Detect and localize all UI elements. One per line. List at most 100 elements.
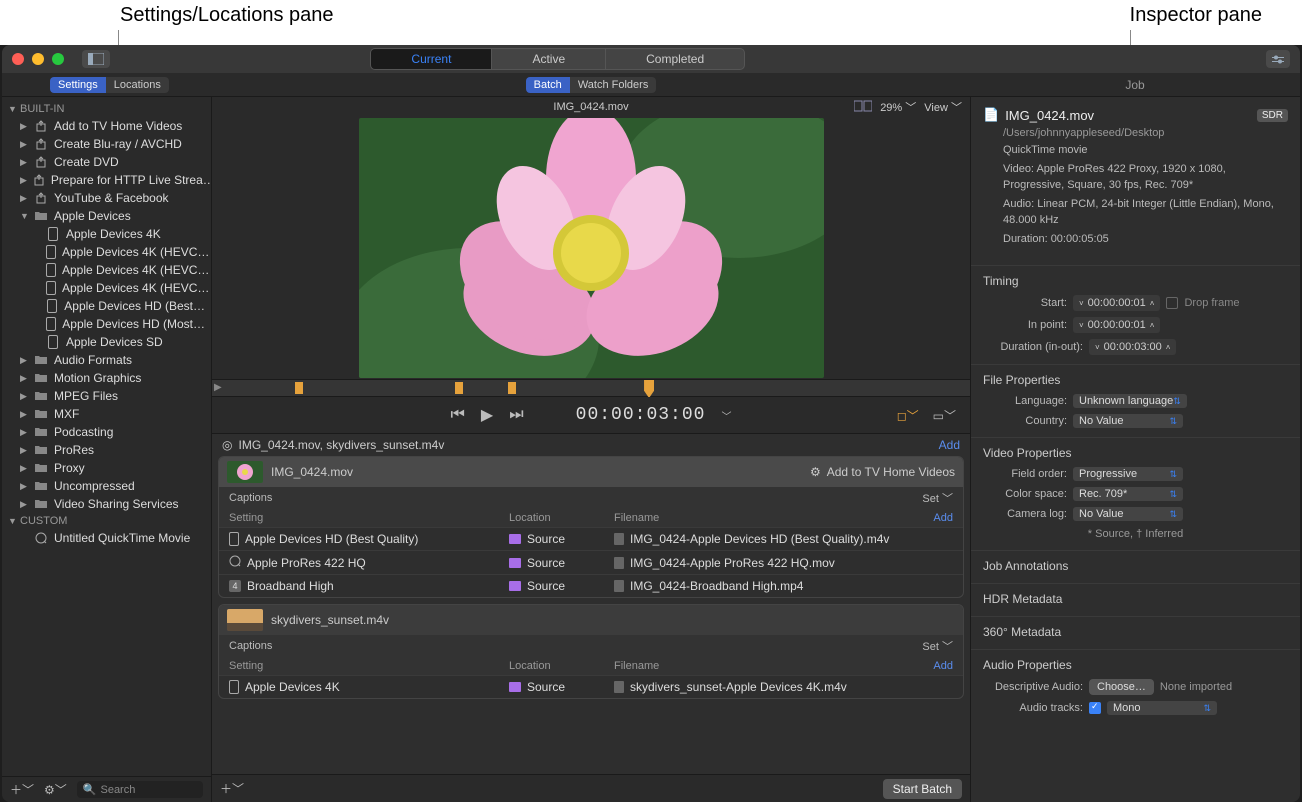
add-output-button[interactable]: Add: [933, 660, 953, 672]
colorspace-select[interactable]: Rec. 709*⇅: [1073, 487, 1183, 501]
captions-set-menu[interactable]: Set ﹀: [922, 490, 953, 506]
audiotrack-checkbox[interactable]: [1089, 702, 1101, 714]
add-button[interactable]: ＋﹀: [10, 781, 34, 798]
sidebar-item[interactable]: Apple Devices 4K (HEVC…: [2, 261, 211, 279]
output-row[interactable]: 4Broadband High Source IMG_0424-Broadban…: [219, 574, 963, 597]
share-icon: [34, 138, 48, 150]
minimize-window-button[interactable]: [32, 53, 44, 65]
sidebar-item[interactable]: Apple Devices SD: [2, 333, 211, 351]
sidebar-item[interactable]: Apple Devices 4K (HEVC…: [2, 243, 211, 261]
start-field[interactable]: ˅00:00:00:01˄: [1073, 295, 1160, 311]
sidebar-toggle-button[interactable]: [82, 50, 110, 68]
jobann-section[interactable]: Job Annotations: [971, 550, 1300, 577]
audio-info: Audio: Linear PCM, 24-bit Integer (Littl…: [1003, 197, 1288, 228]
settings-tree[interactable]: ▼BUILT-IN ▶Add to TV Home Videos▶Create …: [2, 97, 211, 776]
output-row[interactable]: Apple Devices HD (Best Quality) Source I…: [219, 527, 963, 550]
cameralog-select[interactable]: No Value⇅: [1073, 507, 1183, 521]
preview-viewport[interactable]: [212, 117, 970, 379]
timecode-display[interactable]: 00:00:03:00: [576, 405, 706, 425]
job-block: IMG_0424.mov⚙Add to TV Home Videos Capti…: [218, 456, 964, 598]
compare-icon[interactable]: [854, 100, 872, 115]
add-output-button[interactable]: Add: [933, 512, 953, 524]
play-button[interactable]: ▶: [481, 405, 493, 425]
language-select[interactable]: Unknown language⇅: [1073, 394, 1187, 408]
meta360-section[interactable]: 360° Metadata: [971, 616, 1300, 643]
tab-batch[interactable]: Batch: [526, 77, 570, 93]
search-input[interactable]: 🔍 Search: [77, 781, 203, 798]
country-select[interactable]: No Value⇅: [1073, 414, 1183, 428]
sidebar-item[interactable]: ▶Create DVD: [2, 153, 211, 171]
timeline-marker[interactable]: [295, 382, 303, 394]
timecode-menu[interactable]: ﹀: [721, 408, 731, 423]
tab-locations[interactable]: Locations: [106, 77, 169, 93]
sidebar-tabs: Settings Locations: [50, 77, 169, 93]
tab-active[interactable]: Active: [492, 49, 606, 69]
playhead[interactable]: [644, 380, 654, 398]
next-frame-button[interactable]: ⏭: [509, 406, 523, 424]
tab-watch-folders[interactable]: Watch Folders: [570, 77, 657, 93]
sidebar-item[interactable]: ▶Uncompressed: [2, 477, 211, 495]
queue-tabs: Current Active Completed: [370, 48, 745, 70]
sidebar-item[interactable]: Apple Devices 4K: [2, 225, 211, 243]
file-icon: [614, 533, 624, 545]
job-header[interactable]: skydivers_sunset.m4v: [219, 605, 963, 635]
sidebar-item[interactable]: ▶Video Sharing Services: [2, 495, 211, 513]
fieldorder-select[interactable]: Progressive⇅: [1073, 467, 1183, 481]
sidebar-item-label: Apple Devices 4K (HEVC…: [62, 263, 209, 277]
captions-set-menu[interactable]: Set ﹀: [922, 638, 953, 654]
batch-add-button[interactable]: Add: [939, 438, 960, 452]
custom-header[interactable]: ▼CUSTOM: [2, 513, 211, 529]
audiotracks-label: Audio tracks:: [983, 702, 1083, 714]
sidebar-item[interactable]: ▶Prepare for HTTP Live Strea…: [2, 171, 211, 189]
view-menu[interactable]: View ﹀: [924, 99, 962, 115]
sidebar-item-label: Apple Devices HD (Best…: [64, 299, 205, 313]
sidebar-item[interactable]: ▶MPEG Files: [2, 387, 211, 405]
tab-current[interactable]: Current: [371, 49, 492, 69]
choose-button[interactable]: Choose…: [1089, 679, 1154, 695]
sidebar-item[interactable]: Apple Devices HD (Best…: [2, 297, 211, 315]
sidebar-item[interactable]: ▶Motion Graphics: [2, 369, 211, 387]
sidebar-item[interactable]: ▶YouTube & Facebook: [2, 189, 211, 207]
job-thumbnail: [227, 609, 263, 631]
inpoint-field[interactable]: ˅00:00:00:01˄: [1073, 317, 1160, 333]
timeline[interactable]: ▶: [212, 379, 970, 397]
start-batch-button[interactable]: Start Batch: [883, 779, 962, 799]
tab-completed[interactable]: Completed: [606, 49, 744, 69]
display-menu-button[interactable]: ▭﹀: [933, 407, 956, 424]
close-window-button[interactable]: [12, 53, 24, 65]
country-label: Country:: [983, 415, 1067, 427]
prev-frame-button[interactable]: ⏮: [451, 406, 465, 424]
output-row[interactable]: Apple ProRes 422 HQ Source IMG_0424-Appl…: [219, 550, 963, 574]
zoom-level[interactable]: 29% ﹀: [880, 99, 916, 115]
timeline-marker[interactable]: [508, 382, 516, 394]
hdr-section[interactable]: HDR Metadata: [971, 583, 1300, 610]
inspector-toggle-button[interactable]: [1266, 50, 1290, 68]
sidebar-item[interactable]: ▶MXF: [2, 405, 211, 423]
builtin-header[interactable]: ▼BUILT-IN: [2, 101, 211, 117]
language-label: Language:: [983, 395, 1067, 407]
sidebar-footer: ＋﹀ ⚙﹀ 🔍 Search: [2, 776, 211, 802]
sidebar-item[interactable]: ▶Proxy: [2, 459, 211, 477]
dropframe-checkbox[interactable]: [1166, 297, 1178, 309]
sidebar-item[interactable]: ▶Create Blu-ray / AVCHD: [2, 135, 211, 153]
center-pane: IMG_0424.mov 29% ﹀ View ﹀: [212, 97, 970, 802]
sidebar-item[interactable]: Apple Devices 4K (HEVC…: [2, 279, 211, 297]
sidebar-item[interactable]: Untitled QuickTime Movie: [2, 529, 211, 547]
tab-settings[interactable]: Settings: [50, 77, 106, 93]
add-job-button[interactable]: ＋﹀: [220, 780, 244, 797]
sidebar-item[interactable]: ▶Podcasting: [2, 423, 211, 441]
sidebar-item[interactable]: ▼Apple Devices: [2, 207, 211, 225]
sidebar-item[interactable]: ▶Audio Formats: [2, 351, 211, 369]
timeline-marker[interactable]: [455, 382, 463, 394]
output-row[interactable]: Apple Devices 4K Source skydivers_sunset…: [219, 675, 963, 698]
sidebar-item[interactable]: ▶ProRes: [2, 441, 211, 459]
marker-menu-button[interactable]: ◻﹀: [897, 407, 919, 424]
sidebar-item[interactable]: Apple Devices HD (Most…: [2, 315, 211, 333]
audiotrack-select[interactable]: Mono⇅: [1107, 701, 1217, 715]
zoom-window-button[interactable]: [52, 53, 64, 65]
job-header[interactable]: IMG_0424.mov⚙Add to TV Home Videos: [219, 457, 963, 487]
job-action[interactable]: Add to TV Home Videos: [827, 465, 955, 479]
action-menu-button[interactable]: ⚙﹀: [44, 781, 67, 798]
sidebar-item[interactable]: ▶Add to TV Home Videos: [2, 117, 211, 135]
duration-field[interactable]: ˅00:00:03:00˄: [1089, 339, 1176, 355]
